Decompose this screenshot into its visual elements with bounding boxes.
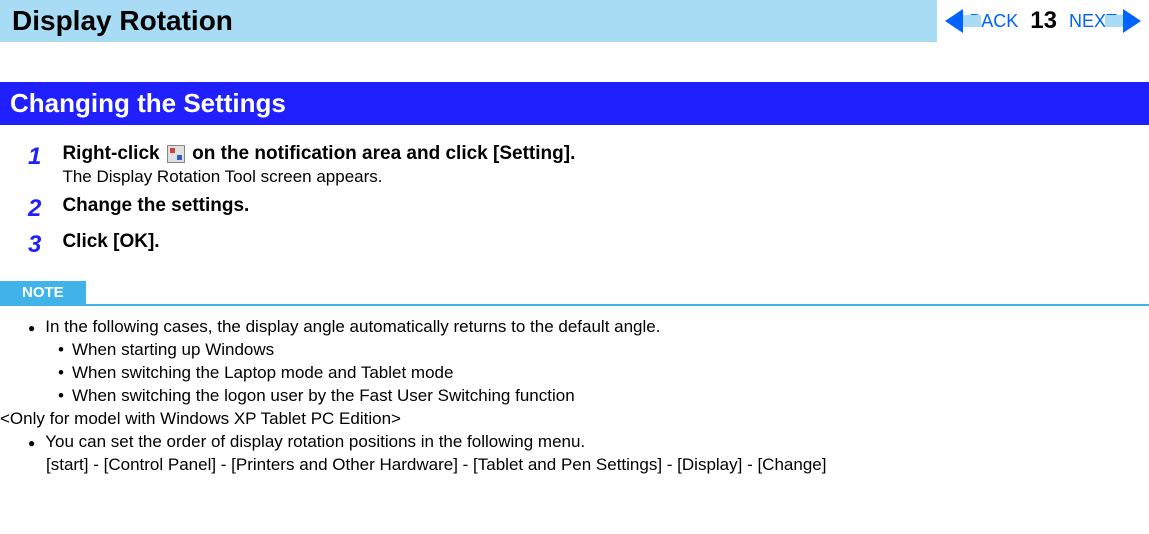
step-number: 1	[28, 143, 58, 171]
page-header: Display Rotation BACK 13 NEXT	[0, 0, 1149, 42]
step-number: 2	[28, 195, 58, 223]
step-number: 3	[28, 231, 58, 259]
step-body: Click [OK].	[62, 231, 1112, 253]
nav-controls: BACK 13 NEXT	[937, 0, 1149, 42]
step-body: Right-click on the notification area and…	[62, 143, 1112, 187]
note-body: In the following cases, the display angl…	[0, 316, 1149, 477]
page-title: Display Rotation	[12, 5, 233, 37]
next-arrow-icon[interactable]	[1123, 9, 1141, 33]
step-title-after: on the notification area and click [Sett…	[187, 143, 576, 164]
note-sub-bullet: When switching the Laptop mode and Table…	[58, 362, 1149, 385]
page-number: 13	[1024, 7, 1063, 35]
step-title: Right-click on the notification area and…	[62, 143, 575, 164]
rotation-tool-tray-icon	[167, 145, 185, 163]
note-bullet: You can set the order of display rotatio…	[28, 431, 1149, 454]
section-header: Changing the Settings	[0, 82, 1149, 125]
step-3: 3 Click [OK].	[28, 231, 1149, 259]
note-bullet: In the following cases, the display angl…	[28, 316, 1149, 339]
note-sub-bullet: When switching the logon user by the Fas…	[58, 385, 1149, 408]
note-line: [start] - [Control Panel] - [Printers an…	[46, 454, 1149, 477]
content-body: 1 Right-click on the notification area a…	[0, 125, 1149, 477]
step-description: The Display Rotation Tool screen appears…	[62, 167, 1112, 187]
step-title-before: Right-click	[62, 143, 164, 164]
step-title: Click [OK].	[62, 231, 159, 252]
note-section: NOTE In the following cases, the display…	[0, 267, 1149, 477]
note-sub-bullet: When starting up Windows	[58, 339, 1149, 362]
step-body: Change the settings.	[62, 195, 1112, 217]
step-title: Change the settings.	[62, 195, 249, 216]
back-arrow-icon[interactable]	[945, 9, 963, 33]
note-divider	[0, 304, 1149, 306]
note-line: <Only for model with Windows XP Tablet P…	[0, 408, 1149, 431]
note-label: NOTE	[0, 281, 86, 304]
step-2: 2 Change the settings.	[28, 195, 1149, 223]
step-1: 1 Right-click on the notification area a…	[28, 143, 1149, 187]
